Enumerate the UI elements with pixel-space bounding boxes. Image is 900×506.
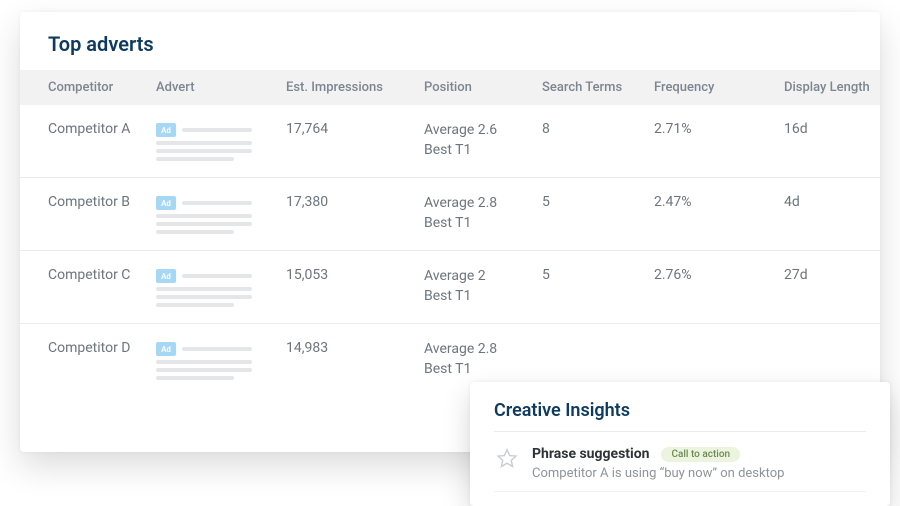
col-impressions[interactable]: Est. Impressions xyxy=(286,80,424,95)
insights-title: Creative Insights xyxy=(494,400,866,432)
ad-placeholder-line xyxy=(156,149,252,153)
cell-impressions: 15,053 xyxy=(286,267,424,283)
cell-impressions: 14,983 xyxy=(286,340,424,356)
insight-badge: Call to action xyxy=(661,447,740,462)
ad-placeholder-line xyxy=(156,157,234,161)
col-search-terms[interactable]: Search Terms xyxy=(542,80,654,95)
cell-position: Average 2 Best T1 xyxy=(424,267,542,306)
cell-position: Average 2.8 Best T1 xyxy=(424,194,542,233)
cell-search-terms: 5 xyxy=(542,194,654,210)
cell-display-length: 16d xyxy=(784,121,880,137)
cell-impressions: 17,380 xyxy=(286,194,424,210)
col-competitor[interactable]: Competitor xyxy=(48,80,156,95)
ad-placeholder-line xyxy=(156,376,234,380)
insight-item[interactable]: Phrase suggestion Call to action Competi… xyxy=(494,432,866,492)
insight-name: Phrase suggestion xyxy=(532,446,649,462)
ad-placeholder-line xyxy=(156,214,252,218)
advert-preview: Ad xyxy=(156,267,286,307)
table-row[interactable]: Competitor A Ad 17,764 Average 2.6 Best … xyxy=(20,105,880,178)
ad-badge-icon: Ad xyxy=(156,196,176,210)
insight-body: Phrase suggestion Call to action Competi… xyxy=(532,446,866,481)
ad-placeholder-line xyxy=(182,347,252,351)
position-best: Best T1 xyxy=(424,141,542,161)
cell-search-terms: 8 xyxy=(542,121,654,137)
cell-frequency: 2.47% xyxy=(654,194,784,210)
cell-position: Average 2.6 Best T1 xyxy=(424,121,542,160)
cell-competitor: Competitor D xyxy=(48,340,156,356)
table-row[interactable]: Competitor C Ad 15,053 Average 2 Best T1… xyxy=(20,251,880,324)
position-best: Best T1 xyxy=(424,287,542,307)
ad-badge-icon: Ad xyxy=(156,269,176,283)
cell-display-length: 4d xyxy=(784,194,880,210)
card-title: Top adverts xyxy=(20,32,880,70)
ad-placeholder-line xyxy=(156,222,252,226)
col-display-length[interactable]: Display Length xyxy=(784,80,880,95)
cell-display-length: 27d xyxy=(784,267,880,283)
insight-description: Competitor A is using “buy now” on deskt… xyxy=(532,466,866,481)
ad-badge-icon: Ad xyxy=(156,123,176,137)
cell-competitor: Competitor B xyxy=(48,194,156,210)
star-icon[interactable] xyxy=(494,446,520,476)
table-row[interactable]: Competitor B Ad 17,380 Average 2.8 Best … xyxy=(20,178,880,251)
ad-placeholder-line xyxy=(182,128,252,132)
cell-impressions: 17,764 xyxy=(286,121,424,137)
position-average: Average 2.8 xyxy=(424,340,542,360)
table-header: Competitor Advert Est. Impressions Posit… xyxy=(20,70,880,105)
cell-competitor: Competitor A xyxy=(48,121,156,137)
ad-placeholder-line xyxy=(156,368,252,372)
ad-placeholder-line xyxy=(156,295,252,299)
cell-competitor: Competitor C xyxy=(48,267,156,283)
position-average: Average 2 xyxy=(424,267,542,287)
cell-search-terms: 5 xyxy=(542,267,654,283)
position-average: Average 2.6 xyxy=(424,121,542,141)
ad-placeholder-line xyxy=(182,274,252,278)
ad-placeholder-line xyxy=(156,230,234,234)
col-frequency[interactable]: Frequency xyxy=(654,80,784,95)
advert-preview: Ad xyxy=(156,121,286,161)
ad-placeholder-line xyxy=(156,287,252,291)
creative-insights-popover: Creative Insights Phrase suggestion Call… xyxy=(470,382,890,506)
cell-frequency: 2.76% xyxy=(654,267,784,283)
col-advert[interactable]: Advert xyxy=(156,80,286,95)
position-best: Best T1 xyxy=(424,214,542,234)
cell-frequency: 2.71% xyxy=(654,121,784,137)
position-average: Average 2.8 xyxy=(424,194,542,214)
col-position[interactable]: Position xyxy=(424,80,542,95)
ad-placeholder-line xyxy=(156,303,234,307)
ad-placeholder-line xyxy=(182,201,252,205)
ad-badge-icon: Ad xyxy=(156,342,176,356)
advert-preview: Ad xyxy=(156,194,286,234)
position-best: Best T1 xyxy=(424,360,542,380)
advert-preview: Ad xyxy=(156,340,286,380)
cell-position: Average 2.8 Best T1 xyxy=(424,340,542,379)
ad-placeholder-line xyxy=(156,141,252,145)
ad-placeholder-line xyxy=(156,360,252,364)
